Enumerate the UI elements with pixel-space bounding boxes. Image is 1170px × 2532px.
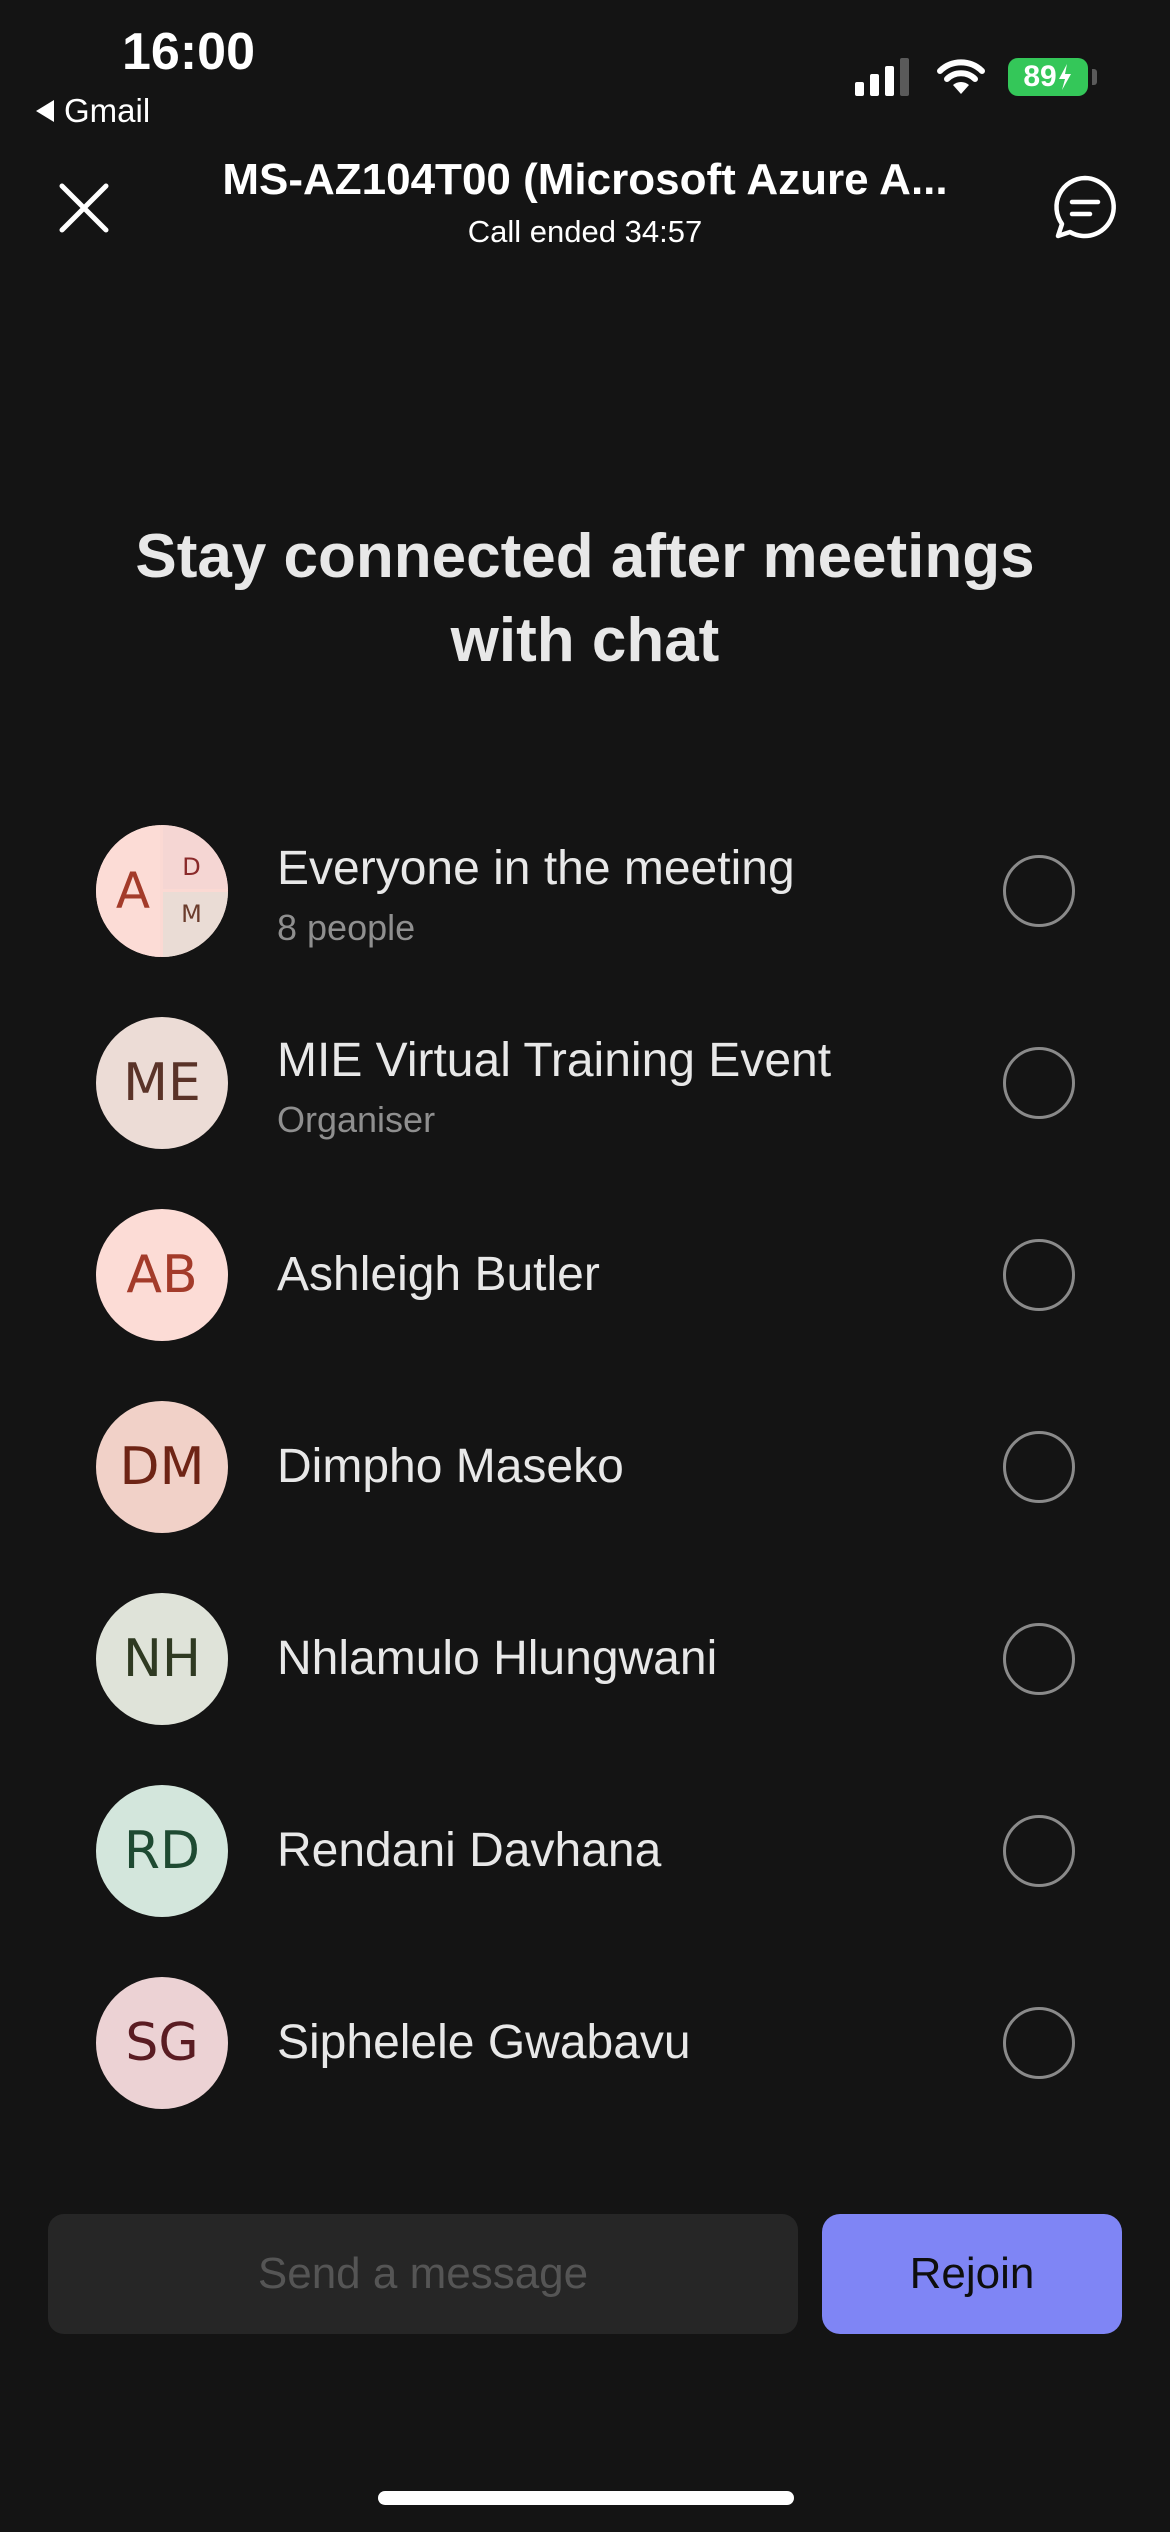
list-item-participant[interactable]: ME MIE Virtual Training Event Organiser	[0, 1017, 1170, 1209]
list-item-everyone[interactable]: A D M Everyone in the meeting 8 people	[0, 825, 1170, 1017]
battery-indicator: 89	[1008, 58, 1088, 96]
avatar: DM	[96, 1401, 228, 1533]
group-avatar-initial: D	[163, 825, 228, 889]
avatar: SG	[96, 1977, 228, 2109]
avatar: AB	[96, 1209, 228, 1341]
call-status: Call ended 34:57	[467, 214, 703, 249]
avatar: ME	[96, 1017, 228, 1149]
select-radio[interactable]	[1003, 855, 1075, 927]
participant-name: Dimpho Maseko	[277, 1440, 624, 1493]
participant-sub: 8 people	[277, 907, 416, 948]
rejoin-button[interactable]: Rejoin	[822, 2214, 1122, 2334]
participant-name: Rendani Davhana	[277, 1824, 662, 1877]
page-heading: Stay connected after meetings with chat	[135, 522, 1035, 675]
participant-name: MIE Virtual Training Event	[277, 1034, 832, 1087]
select-radio[interactable]	[1003, 1239, 1075, 1311]
participant-name: Siphelele Gwabavu	[277, 2016, 691, 2069]
status-bar: 16:00 Gmail 89	[0, 0, 1170, 140]
chat-icon[interactable]	[1050, 172, 1120, 242]
home-indicator	[378, 2491, 794, 2505]
wifi-icon	[937, 59, 985, 94]
participant-name: Everyone in the meeting	[277, 842, 795, 895]
avatar: NH	[96, 1593, 228, 1725]
list-item-participant[interactable]: SG Siphelele Gwabavu	[0, 1977, 1170, 2169]
send-message-input[interactable]	[48, 2214, 798, 2334]
select-radio[interactable]	[1003, 1623, 1075, 1695]
list-item-participant[interactable]: RD Rendani Davhana	[0, 1785, 1170, 1977]
participant-name: Ashleigh Butler	[277, 1248, 600, 1301]
group-avatar-initial: A	[96, 825, 160, 957]
select-radio[interactable]	[1003, 1815, 1075, 1887]
avatar: RD	[96, 1785, 228, 1917]
select-radio[interactable]	[1003, 1431, 1075, 1503]
meeting-title: MS-AZ104T00 (Microsoft Azure A...	[222, 155, 948, 204]
cellular-signal-icon	[855, 58, 909, 96]
status-time: 16:00	[122, 23, 255, 81]
list-item-participant[interactable]: AB Ashleigh Butler	[0, 1209, 1170, 1401]
participant-role: Organiser	[277, 1099, 436, 1140]
battery-tip	[1092, 69, 1097, 85]
select-radio[interactable]	[1003, 2007, 1075, 2079]
close-icon[interactable]	[52, 176, 116, 240]
back-to-gmail-link[interactable]: Gmail	[36, 92, 150, 130]
back-app-label: Gmail	[64, 92, 151, 129]
participant-name: Nhlamulo Hlungwani	[277, 1632, 718, 1685]
group-avatar-initial: M	[163, 892, 228, 957]
list-item-participant[interactable]: DM Dimpho Maseko	[0, 1401, 1170, 1593]
group-avatar: A D M	[96, 825, 228, 957]
back-arrow-icon	[36, 100, 54, 122]
select-radio[interactable]	[1003, 1047, 1075, 1119]
charging-bolt-icon	[1058, 64, 1071, 90]
list-item-participant[interactable]: NH Nhlamulo Hlungwani	[0, 1593, 1170, 1785]
battery-level: 89	[1023, 60, 1057, 93]
